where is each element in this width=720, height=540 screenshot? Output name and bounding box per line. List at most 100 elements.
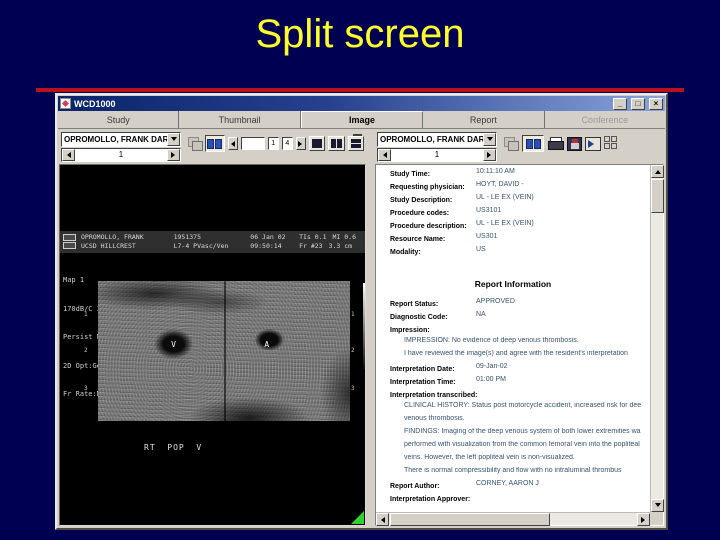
layout-two-horizontal-icon[interactable] <box>347 136 364 151</box>
scanner-logo-icon <box>63 233 76 251</box>
window-title: WCD1000 <box>74 98 116 109</box>
impression-line: I have reviewed the image(s) and agree w… <box>404 350 628 357</box>
tab-bar: Study Thumbnail Image Report Conference <box>58 111 665 129</box>
image-split-divider <box>224 281 226 421</box>
print-icon[interactable] <box>547 136 564 151</box>
app-icon <box>60 98 71 109</box>
minimize-button[interactable]: _ <box>613 97 627 110</box>
field-row: Procedure codes: US3101 <box>390 207 502 217</box>
layout-cell-4[interactable]: 4 <box>281 137 293 150</box>
tab-study[interactable]: Study <box>58 111 180 128</box>
tab-report[interactable]: Report <box>423 111 545 128</box>
vertical-scrollbar[interactable] <box>650 165 664 512</box>
horizontal-scrollbar[interactable] <box>376 512 650 526</box>
patient-combo-right-value: OPROMOLLO, FRANK DARI <box>380 135 483 144</box>
impression-line: IMPRESSION: No evidence of deep venous t… <box>404 337 579 344</box>
layout-single-icon[interactable] <box>309 136 325 151</box>
ultrasound-viewer[interactable]: OPROMOLLO, FRANK UCSD HILLCREST 1951375 … <box>59 164 366 526</box>
chevron-down-icon[interactable] <box>483 133 496 146</box>
patient-combo-right[interactable]: OPROMOLLO, FRANK DARI <box>377 132 497 147</box>
us-frame: Fr #23 <box>299 242 323 250</box>
left-toolbar: OPROMOLLO, FRANK DARI 1 1 4 <box>59 131 366 164</box>
horizontal-scroll-thumb[interactable] <box>390 513 550 526</box>
patient-combo-left[interactable]: OPROMOLLO, FRANK DARI <box>61 132 181 147</box>
patient-info: OPROMOLLO, FRANK UCSD HILLCREST <box>81 233 169 251</box>
report-content: Study Time: 10:11:10 AM Requesting physi… <box>376 165 650 512</box>
report-pane: OPROMOLLO, FRANK DARI 1 Study Time: 10:1… <box>375 131 664 526</box>
field-row: Report Author: CORNEY, AARON J <box>390 480 539 490</box>
layout-prev-icon[interactable] <box>227 137 238 150</box>
us-patient-name: OPROMOLLO, FRANK <box>81 233 144 241</box>
image-layout-grid-icon[interactable] <box>604 136 619 151</box>
transcription-line: There is normal compressibility and flow… <box>404 467 622 474</box>
save-icon[interactable] <box>567 136 582 151</box>
maximize-button[interactable]: □ <box>631 97 645 110</box>
layout-cell-1[interactable]: 1 <box>267 137 279 150</box>
tab-thumbnail[interactable]: Thumbnail <box>179 111 301 128</box>
right-toolbar-icons <box>503 135 662 152</box>
transcription-line: performed with visualization from the co… <box>404 441 640 448</box>
patient-combo-left-value: OPROMOLLO, FRANK DARI <box>64 135 167 144</box>
tab-conference[interactable]: Conference <box>545 111 665 128</box>
image-pane: OPROMOLLO, FRANK DARI 1 1 4 OPROMOLLO, F… <box>59 131 366 526</box>
cascade-icon[interactable] <box>503 136 519 151</box>
field-row: Study Description: UL - LE EX (VEIN) <box>390 194 534 204</box>
transcription-line: venous thrombosis. <box>404 415 465 422</box>
chevron-down-icon[interactable] <box>167 133 180 146</box>
field-row: Interpretation transcribed: <box>390 392 478 399</box>
us-probe: L7-4 PVasc/Ven <box>173 242 229 250</box>
field-row: Resource Name: US301 <box>390 233 498 243</box>
field-row: Study Time: 10:11:10 AM <box>390 168 515 178</box>
resize-corner-handle[interactable] <box>351 511 364 524</box>
ultrasound-header: OPROMOLLO, FRANK UCSD HILLCREST 1951375 … <box>60 231 365 253</box>
tab-image[interactable]: Image <box>300 111 424 128</box>
close-button[interactable]: × <box>649 97 663 110</box>
collapse-pane-icon[interactable] <box>353 133 362 136</box>
left-toolbar-icons: 1 4 <box>187 135 364 152</box>
field-row: Report Status: APPROVED <box>390 298 515 308</box>
us-site: UCSD HILLCREST <box>81 242 136 250</box>
layout-two-vertical-icon[interactable] <box>327 136 345 151</box>
field-row: Diagnostic Code: NA <box>390 311 486 321</box>
output-info: TIs 0.1 MI 0.6 Fr #23 3.3 cm <box>299 233 362 251</box>
export-icon[interactable] <box>585 136 601 151</box>
us-depth: 3.3 cm <box>328 242 353 250</box>
vessel-label-artery: A <box>264 339 270 349</box>
prev-image-button[interactable] <box>378 149 391 161</box>
prev-image-button[interactable] <box>62 149 75 161</box>
field-row: Modality: US <box>390 246 486 256</box>
window-titlebar[interactable]: WCD1000 _ □ × <box>58 96 665 111</box>
scrollbar-corner <box>650 512 663 525</box>
transcription-line: FINDINGS: Imaging of the deep venous sys… <box>404 428 641 435</box>
split-view-icon[interactable] <box>522 135 544 152</box>
scroll-right-icon[interactable] <box>637 513 650 526</box>
field-row: Interpretation Time: 01:00 PM <box>390 376 506 386</box>
split-view-icon[interactable] <box>204 135 225 152</box>
pane-divider <box>366 131 375 526</box>
report-information-title: Report Information <box>474 279 552 289</box>
next-image-button[interactable] <box>483 149 496 161</box>
depth-ruler-right: 1 2 3 <box>351 311 355 392</box>
field-row: Impression: <box>390 327 430 334</box>
scroll-left-icon[interactable] <box>376 513 389 526</box>
vessel-label-vein: V <box>171 339 176 349</box>
slide: Split screen WCD1000 _ □ × Study Thumbna… <box>0 0 720 540</box>
ultrasound-image[interactable]: V A <box>98 281 350 421</box>
grayscale-bar <box>363 283 365 369</box>
field-row: Requesting physician: HOYT, DAVID - <box>390 181 524 191</box>
image-page-value: 1 <box>434 150 440 159</box>
layout-next-icon[interactable] <box>295 137 306 150</box>
title-underline <box>36 88 684 92</box>
us-time: 09:50:14 <box>250 242 282 250</box>
vertical-scroll-thumb[interactable] <box>651 179 664 213</box>
transcription-line: veins. However, the left popliteal vein … <box>404 454 575 461</box>
cascade-icon[interactable] <box>187 136 203 151</box>
split-content: OPROMOLLO, FRANK DARI 1 1 4 OPROMOLLO, F… <box>59 131 664 526</box>
us-mi: MI 0.6 <box>332 233 356 241</box>
scroll-down-icon[interactable] <box>651 499 664 512</box>
scroll-up-icon[interactable] <box>651 165 664 178</box>
datetime-info: 06 Jan 02 09:50:14 <box>250 233 294 251</box>
layout-cell-blank[interactable] <box>240 137 265 150</box>
next-image-button[interactable] <box>167 149 180 161</box>
field-row: Interpretation Approver: <box>390 496 471 503</box>
